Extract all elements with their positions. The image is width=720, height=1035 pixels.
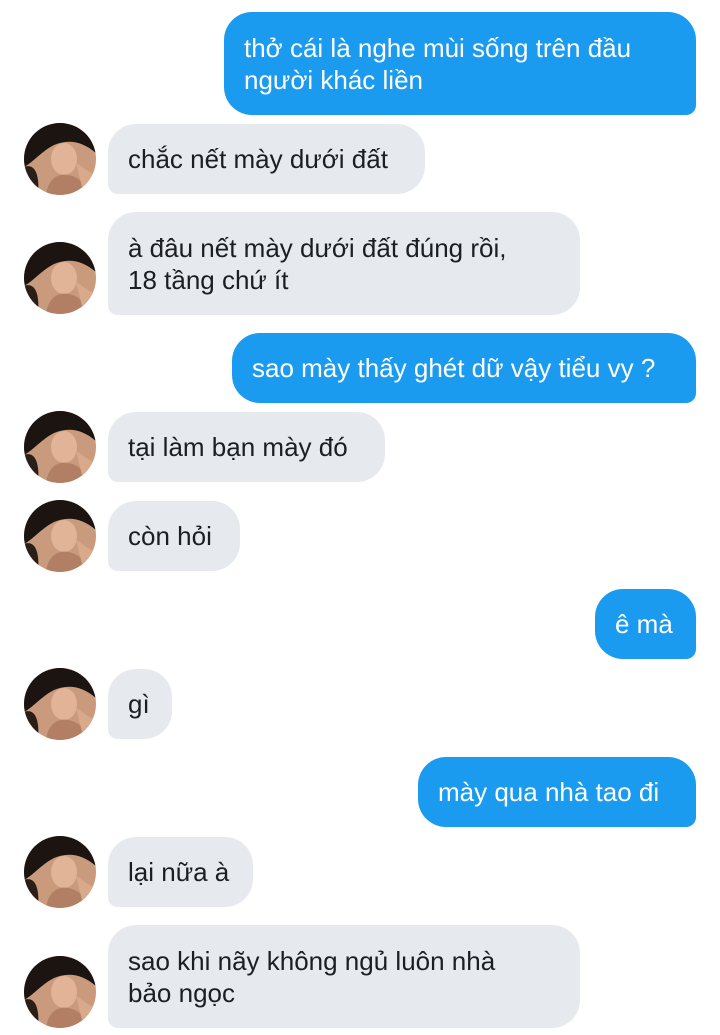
message-bubble-incoming[interactable]: lại nữa à — [108, 837, 253, 907]
message-thread: thở cái là nghe mùi sống trên đầu người … — [0, 0, 720, 1035]
avatar-photo-icon — [24, 668, 96, 740]
message-bubble-incoming[interactable]: còn hỏi — [108, 501, 240, 571]
contact-avatar[interactable] — [24, 411, 96, 483]
avatar-photo-icon — [24, 500, 96, 572]
avatar-photo-icon — [24, 242, 96, 314]
avatar-photo-icon — [24, 956, 96, 1028]
message-bubble-incoming[interactable]: tại làm bạn mày đó — [108, 412, 385, 482]
message-bubble-outgoing[interactable]: ê mà — [595, 589, 696, 659]
message-bubble-outgoing[interactable]: sao mày thấy ghét dữ vậy tiểu vy ? — [232, 333, 696, 403]
avatar-photo-icon — [24, 411, 96, 483]
message-bubble-incoming[interactable]: chắc nết mày dưới đất — [108, 124, 425, 194]
message-bubble-incoming[interactable]: sao khi nãy không ngủ luôn nhà bảo ngọc — [108, 925, 580, 1028]
contact-avatar[interactable] — [24, 836, 96, 908]
contact-avatar[interactable] — [24, 123, 96, 195]
contact-avatar[interactable] — [24, 956, 96, 1028]
avatar-photo-icon — [24, 836, 96, 908]
avatar-photo-icon — [24, 123, 96, 195]
message-bubble-outgoing[interactable]: mày qua nhà tao đi — [418, 757, 696, 827]
contact-avatar[interactable] — [24, 500, 96, 572]
contact-avatar[interactable] — [24, 668, 96, 740]
contact-avatar[interactable] — [24, 242, 96, 314]
message-bubble-incoming[interactable]: gì — [108, 669, 172, 739]
message-bubble-incoming[interactable]: à đâu nết mày dưới đất đúng rồi, 18 tầng… — [108, 212, 580, 315]
message-bubble-outgoing[interactable]: thở cái là nghe mùi sống trên đầu người … — [224, 12, 696, 115]
